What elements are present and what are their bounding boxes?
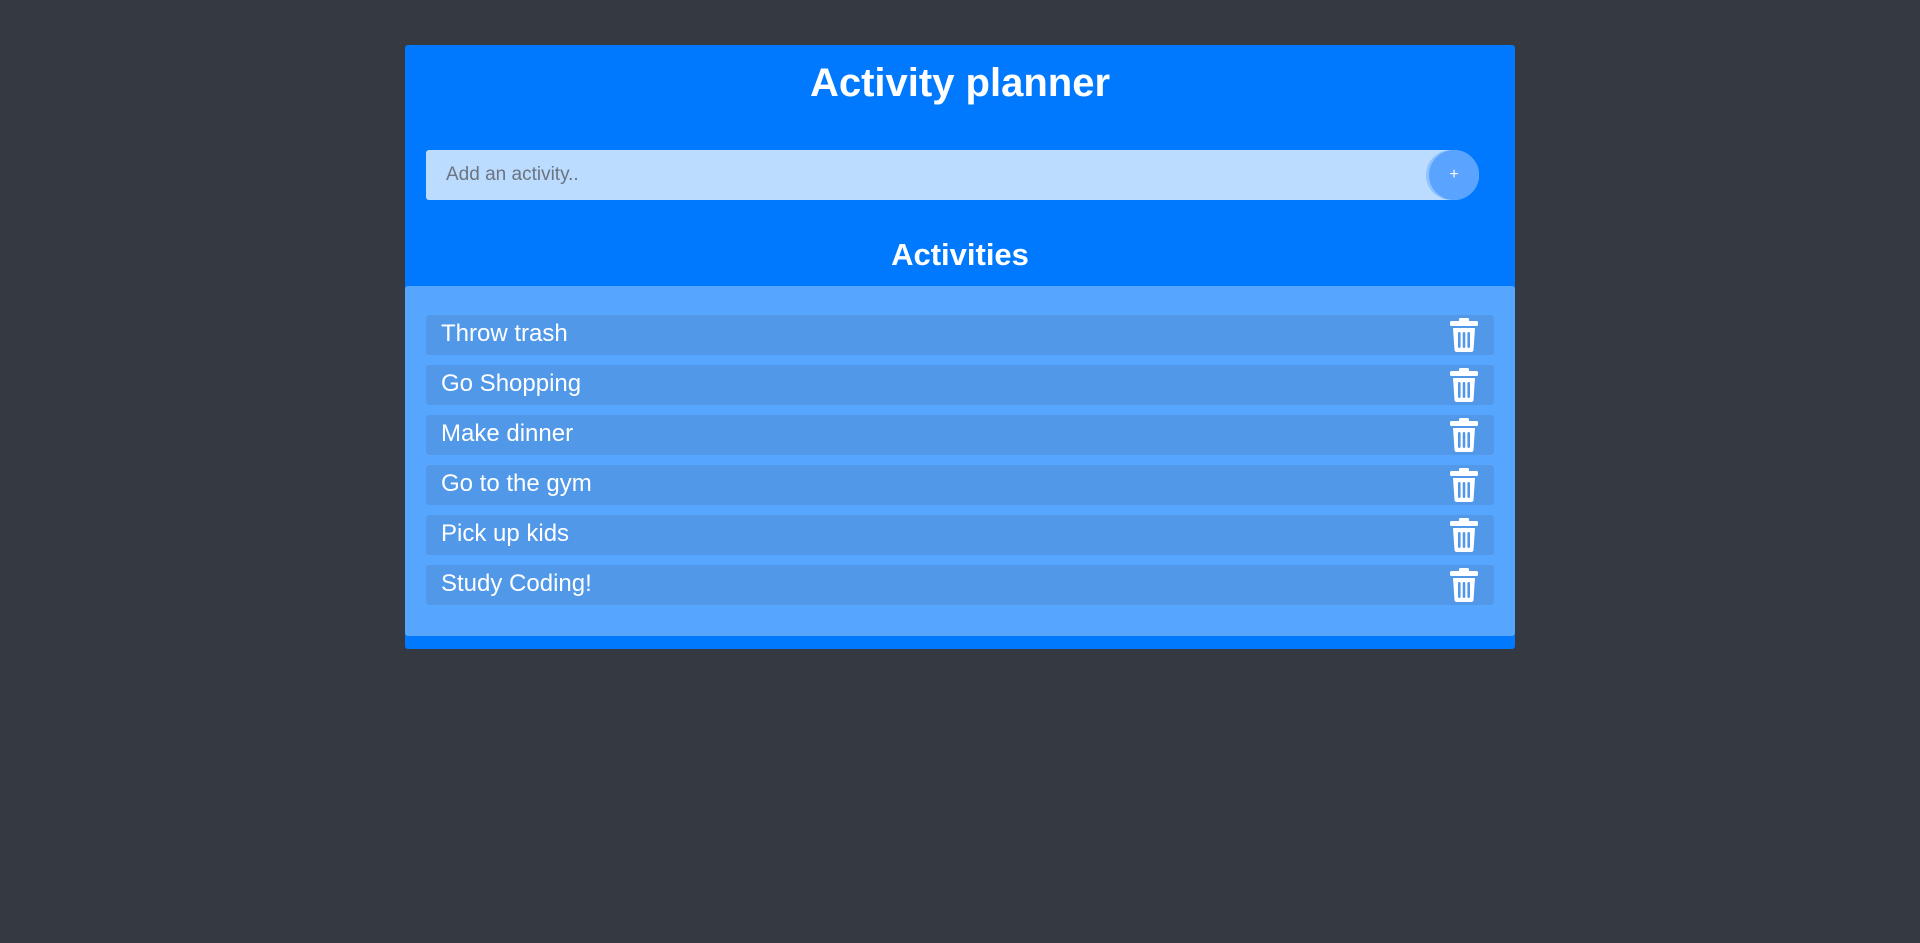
app-title: Activity planner (809, 61, 1111, 105)
activity-label: Go Shopping (441, 370, 582, 397)
trash-icon (1450, 318, 1478, 352)
list-item: Go Shopping (426, 365, 1494, 405)
activity-label: Pick up kids (441, 520, 570, 547)
activity-label: Study Coding! (441, 570, 592, 597)
add-activity-button[interactable]: + (1429, 150, 1479, 200)
delete-activity-button[interactable] (1448, 467, 1480, 503)
activity-planner-app: Activity planner + Activities Throw tras… (405, 45, 1515, 649)
trash-icon (1450, 468, 1478, 502)
delete-activity-button[interactable] (1448, 317, 1480, 353)
list-item: Study Coding! (426, 565, 1494, 605)
activity-label: Make dinner (441, 420, 574, 447)
delete-activity-button[interactable] (1448, 567, 1480, 603)
trash-icon (1450, 418, 1478, 452)
list-item: Go to the gym (426, 465, 1494, 505)
activities-heading: Activities (891, 237, 1029, 272)
activity-label: Throw trash (441, 320, 568, 347)
delete-activity-button[interactable] (1448, 517, 1480, 553)
list-item: Throw trash (426, 315, 1494, 355)
trash-icon (1450, 568, 1478, 602)
delete-activity-button[interactable] (1448, 417, 1480, 453)
activity-list: Throw trash Go Shopping Make dinner Go t… (426, 315, 1494, 615)
add-activity-form: + (426, 150, 1479, 200)
trash-icon (1450, 518, 1478, 552)
add-activity-input[interactable] (426, 150, 1479, 200)
activities-panel: Throw trash Go Shopping Make dinner Go t… (405, 286, 1515, 636)
activity-label: Go to the gym (441, 470, 592, 497)
list-item: Make dinner (426, 415, 1494, 455)
list-item: Pick up kids (426, 515, 1494, 555)
trash-icon (1450, 368, 1478, 402)
delete-activity-button[interactable] (1448, 367, 1480, 403)
